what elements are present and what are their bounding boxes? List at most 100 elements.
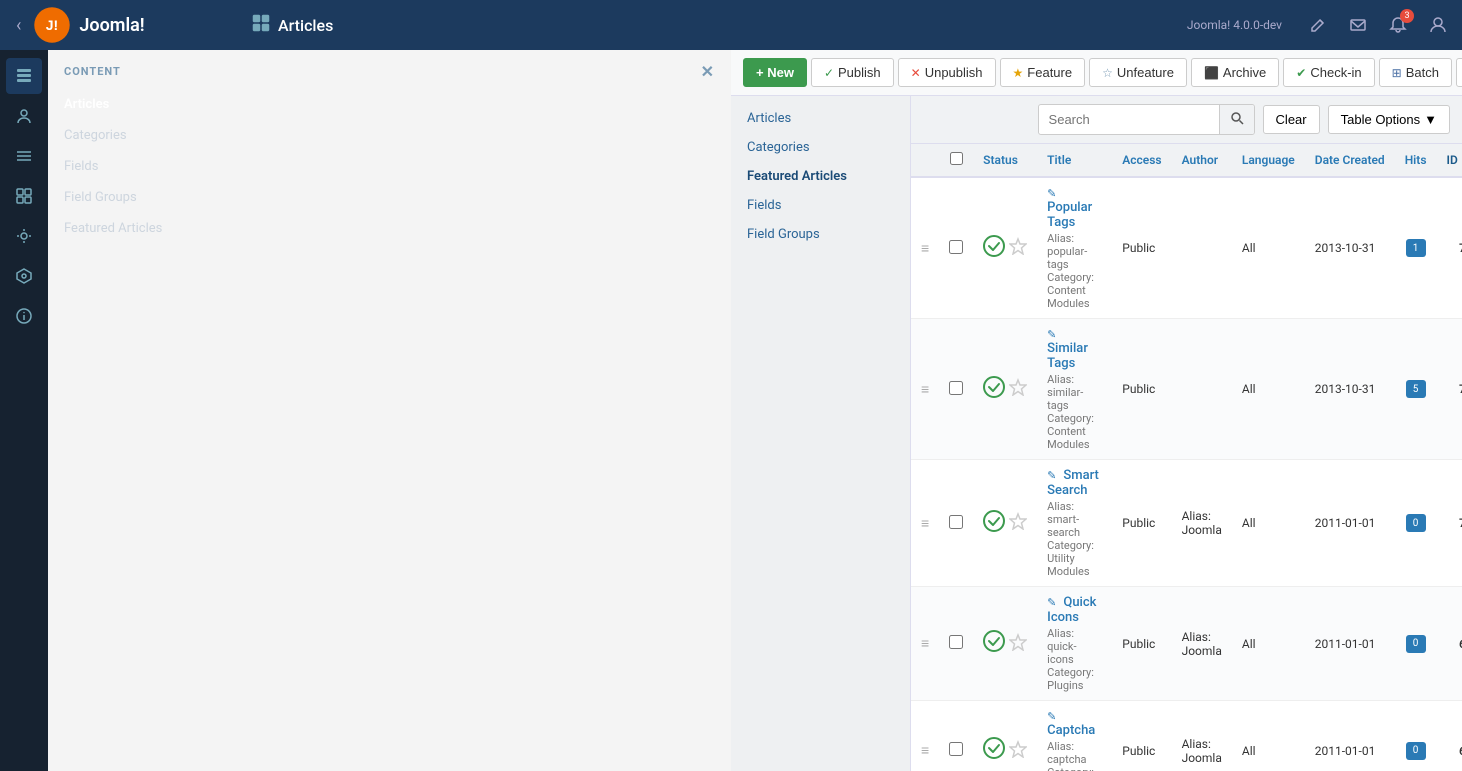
hits-cell[interactable]: 0 — [1395, 587, 1437, 701]
hits-badge[interactable]: 5 — [1406, 380, 1426, 398]
drag-handle-icon[interactable]: ≡ — [921, 636, 929, 652]
hits-badge[interactable]: 1 — [1406, 239, 1426, 257]
published-icon[interactable] — [983, 235, 1005, 262]
checkbox-cell[interactable] — [939, 319, 973, 460]
title-cell: ✎ Quick Icons Alias: quick-iconsCategory… — [1037, 587, 1112, 701]
row-checkbox[interactable] — [949, 742, 963, 756]
featured-icon[interactable] — [1009, 740, 1027, 762]
hits-cell[interactable]: 5 — [1395, 319, 1437, 460]
sidebar-icon-plugins[interactable] — [6, 258, 42, 294]
table-header: Status Title Access Author Language Date… — [911, 144, 1462, 177]
featured-icon[interactable] — [1009, 237, 1027, 259]
sidebar-item-field-groups[interactable]: Field Groups — [48, 182, 731, 213]
sidebar-icon-menu[interactable] — [6, 138, 42, 174]
checkbox-cell[interactable] — [939, 587, 973, 701]
unfeature-button[interactable]: ☆ Unfeature — [1089, 58, 1187, 87]
article-title-link[interactable]: Similar Tags — [1047, 341, 1088, 371]
drag-cell[interactable]: ≡ — [911, 177, 939, 319]
article-title-link[interactable]: Captcha — [1047, 723, 1095, 738]
row-checkbox[interactable] — [949, 381, 963, 395]
drag-handle-icon[interactable]: ≡ — [921, 743, 929, 759]
sidebar-icon-info[interactable] — [6, 298, 42, 334]
table-options-button[interactable]: Table Options ▼ — [1328, 105, 1450, 134]
batch-button[interactable]: ⊞ Batch — [1379, 58, 1452, 87]
unpublish-button[interactable]: ✕ Unpublish — [898, 58, 996, 87]
col-checkbox[interactable] — [939, 144, 973, 177]
sidebar-icon-extensions[interactable] — [6, 218, 42, 254]
hits-cell[interactable]: 0 — [1395, 701, 1437, 771]
featured-icon[interactable] — [1009, 378, 1027, 400]
sub-sidebar-fields[interactable]: Fields — [731, 191, 910, 220]
col-status[interactable]: Status — [973, 144, 1037, 177]
drag-cell[interactable]: ≡ — [911, 701, 939, 771]
sidebar-item-articles[interactable]: Articles — [48, 89, 731, 120]
sidebar-close-button[interactable]: ✕ — [701, 62, 715, 81]
published-icon[interactable] — [983, 510, 1005, 537]
hits-badge[interactable]: 0 — [1406, 742, 1426, 760]
checkbox-cell[interactable] — [939, 177, 973, 319]
sidebar-item-fields[interactable]: Fields — [48, 151, 731, 182]
featured-icon[interactable] — [1009, 512, 1027, 534]
col-author[interactable]: Author — [1172, 144, 1232, 177]
id-cell: 71 — [1437, 319, 1462, 460]
mail-icon[interactable] — [1346, 13, 1370, 37]
user-icon[interactable] — [1426, 13, 1450, 37]
sidebar-icon-components[interactable] — [6, 178, 42, 214]
row-checkbox[interactable] — [949, 240, 963, 254]
sidebar-item-categories[interactable]: Categories — [48, 120, 731, 151]
author-cell: Alias: Joomla — [1172, 701, 1232, 771]
edit-icon[interactable] — [1306, 13, 1330, 37]
sub-sidebar-featured-articles[interactable]: Featured Articles — [731, 162, 910, 191]
sub-sidebar-articles[interactable]: Articles — [731, 104, 910, 133]
col-language[interactable]: Language — [1232, 144, 1305, 177]
back-button[interactable]: ‹ — [12, 11, 25, 40]
search-submit-button[interactable] — [1219, 105, 1254, 134]
row-checkbox[interactable] — [949, 515, 963, 529]
published-icon[interactable] — [983, 376, 1005, 403]
drag-handle-icon[interactable]: ≡ — [921, 241, 929, 257]
col-title[interactable]: Title — [1037, 144, 1112, 177]
hits-cell[interactable]: 0 — [1395, 460, 1437, 587]
featured-icon[interactable] — [1009, 633, 1027, 655]
select-all-checkbox[interactable] — [950, 152, 963, 165]
id-cell: 69 — [1437, 587, 1462, 701]
sub-sidebar-categories[interactable]: Categories — [731, 133, 910, 162]
title-cell: ✎ Similar Tags Alias: similar-tagsCatego… — [1037, 319, 1112, 460]
col-hits[interactable]: Hits — [1395, 144, 1437, 177]
drag-cell[interactable]: ≡ — [911, 319, 939, 460]
hits-badge[interactable]: 0 — [1406, 635, 1426, 653]
table-row: ≡ ✎ Similar Tags Alias: similar-tagsCate… — [911, 319, 1462, 460]
top-nav-actions: Joomla! 4.0.0-dev 3 — [1187, 13, 1450, 37]
published-icon[interactable] — [983, 737, 1005, 764]
checkbox-cell[interactable] — [939, 701, 973, 771]
sidebar-icon-users[interactable] — [6, 98, 42, 134]
published-icon[interactable] — [983, 630, 1005, 657]
col-id[interactable]: ID ▼ — [1437, 144, 1462, 177]
sidebar-icon-content[interactable] — [6, 58, 42, 94]
drag-cell[interactable]: ≡ — [911, 460, 939, 587]
access-cell: Public — [1112, 460, 1171, 587]
row-checkbox[interactable] — [949, 635, 963, 649]
drag-handle-icon[interactable]: ≡ — [921, 382, 929, 398]
col-access[interactable]: Access — [1112, 144, 1171, 177]
drag-handle-icon[interactable]: ≡ — [921, 516, 929, 532]
hits-badge[interactable]: 0 — [1406, 514, 1426, 532]
trash-button[interactable]: 🗑 Trash — [1456, 58, 1462, 87]
search-input[interactable] — [1039, 106, 1219, 133]
article-title-link[interactable]: Popular Tags — [1047, 200, 1092, 230]
feature-button[interactable]: ★ Feature — [1000, 58, 1086, 87]
sidebar-item-featured-articles[interactable]: Featured Articles — [48, 213, 731, 244]
drag-cell[interactable]: ≡ — [911, 587, 939, 701]
checkin-button[interactable]: ✔ Check-in — [1283, 58, 1374, 87]
sub-sidebar-field-groups[interactable]: Field Groups — [731, 220, 910, 249]
checkbox-cell[interactable] — [939, 460, 973, 587]
notification-icon[interactable]: 3 — [1386, 13, 1410, 37]
clear-search-button[interactable]: Clear — [1263, 105, 1320, 134]
publish-button[interactable]: ✓ Publish — [811, 58, 894, 87]
search-input-wrap — [1038, 104, 1255, 135]
col-date[interactable]: Date Created — [1305, 144, 1395, 177]
batch-icon: ⊞ — [1392, 66, 1402, 80]
archive-button[interactable]: ⬛ Archive — [1191, 58, 1279, 87]
hits-cell[interactable]: 1 — [1395, 177, 1437, 319]
new-button[interactable]: + New — [743, 58, 807, 87]
